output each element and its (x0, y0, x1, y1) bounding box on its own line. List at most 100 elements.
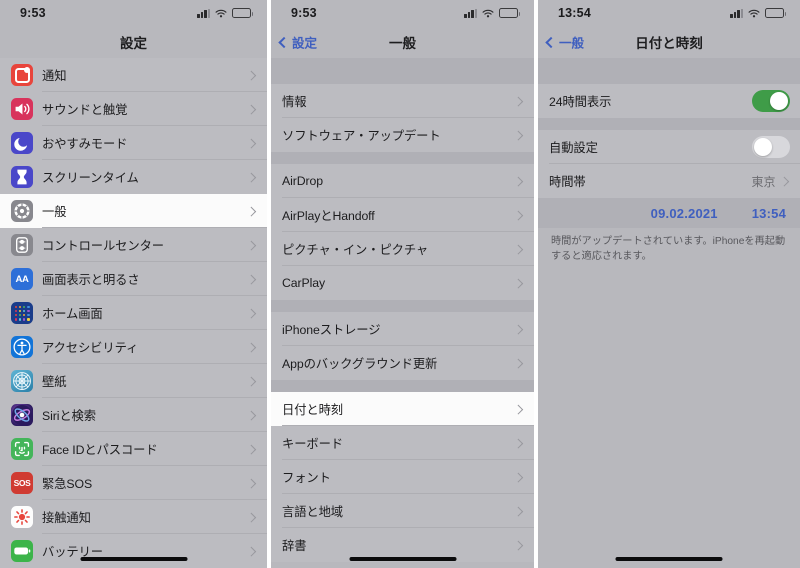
list-item[interactable]: アクセシビリティ (0, 330, 267, 364)
chevron-right-icon (246, 206, 256, 216)
chevron-left-icon (278, 36, 290, 48)
home-indicator[interactable] (80, 556, 187, 561)
page-title: 日付と時刻 (635, 36, 703, 51)
chevron-right-icon (513, 244, 523, 254)
list-group: 日付と時刻 キーボード フォント 言語と地域 辞書 (271, 392, 534, 562)
chevron-right-icon (246, 70, 256, 80)
list-item[interactable]: キーボード (271, 426, 534, 460)
list-item[interactable]: SOS 緊急SOS (0, 466, 267, 500)
list-item[interactable]: iPhoneストレージ (271, 312, 534, 346)
chevron-right-icon (513, 438, 523, 448)
list-item[interactable]: AirDrop (271, 164, 534, 198)
list-item-label: AirPlayとHandoff (282, 209, 375, 223)
wifi-icon (482, 9, 494, 18)
list-filler (271, 562, 534, 568)
cellular-signal-icon (464, 8, 477, 18)
list-item-label: AirDrop (282, 174, 323, 188)
chevron-right-icon (246, 512, 256, 522)
list-item[interactable]: 時間帯 東京 (538, 164, 800, 198)
list-item[interactable]: ソフトウェア・アップデート (271, 118, 534, 152)
list-item[interactable]: フォント (271, 460, 534, 494)
status-bar-time: 13:54 (558, 6, 591, 20)
chevron-right-icon (246, 342, 256, 352)
group-spacer (271, 300, 534, 312)
list-item[interactable]: 24時間表示 (538, 84, 800, 118)
list-item-label: 時間帯 (549, 175, 586, 189)
list-item[interactable]: 一般 (0, 194, 267, 228)
emergency-sos-icon: SOS (11, 472, 33, 494)
list-item[interactable]: 壁紙 (0, 364, 267, 398)
list-item[interactable]: Face IDとパスコード (0, 432, 267, 466)
back-button[interactable]: 設定 (278, 33, 317, 52)
list-item[interactable]: 自動設定 (538, 130, 800, 164)
list-item[interactable]: 日付と時刻 (271, 392, 534, 426)
list-item[interactable]: CarPlay (271, 266, 534, 300)
list-item[interactable]: スクリーンタイム (0, 160, 267, 194)
page-title: 設定 (120, 36, 147, 51)
list-item-label: 通知 (42, 69, 67, 83)
chevron-right-icon (513, 130, 523, 140)
list-group: 情報 ソフトウェア・アップデート (271, 84, 534, 152)
list-item-label: 日付と時刻 (282, 403, 343, 417)
list-item-label: おやすみモード (42, 137, 128, 151)
do-not-disturb-icon (11, 132, 33, 154)
home-screen-icon (11, 302, 33, 324)
list-item[interactable]: 言語と地域 (271, 494, 534, 528)
battery-settings-icon (11, 540, 33, 562)
list-item[interactable]: Siriと検索 (0, 398, 267, 432)
group-spacer (271, 380, 534, 392)
chevron-right-icon (246, 376, 256, 386)
control-center-icon (11, 234, 33, 256)
chevron-right-icon (513, 324, 523, 334)
status-bar: 9:53 (271, 0, 534, 26)
notifications-icon (11, 64, 33, 86)
chevron-right-icon (513, 358, 523, 368)
date-value[interactable]: 09.02.2021 (651, 206, 718, 221)
list-item-label: ホーム画面 (42, 307, 103, 321)
list-item[interactable]: ピクチャ・イン・ピクチャ (271, 232, 534, 266)
chevron-right-icon (246, 172, 256, 182)
list-item[interactable]: おやすみモード (0, 126, 267, 160)
list-item[interactable]: 情報 (271, 84, 534, 118)
list-item[interactable]: 接触通知 (0, 500, 267, 534)
list-item-label: コントロールセンター (42, 239, 164, 253)
chevron-right-icon (246, 104, 256, 114)
nav-bar: 一般 日付と時刻 (538, 26, 800, 58)
list-item-label: サウンドと触覚 (42, 103, 128, 117)
status-bar: 13:54 (538, 0, 800, 26)
list-item-label: iPhoneストレージ (282, 323, 381, 337)
list-item[interactable]: サウンドと触覚 (0, 92, 267, 126)
date-time-picker-row[interactable]: 09.02.2021 13:54 (538, 198, 800, 228)
list-filler (538, 264, 800, 568)
chevron-right-icon (246, 546, 256, 556)
list-item-label: Siriと検索 (42, 409, 96, 423)
toggle-switch[interactable] (752, 136, 790, 158)
list-item[interactable]: 通知 (0, 58, 267, 92)
status-bar: 9:53 (0, 0, 267, 26)
list-item-label: ピクチャ・イン・ピクチャ (282, 243, 429, 257)
list-item[interactable]: ホーム画面 (0, 296, 267, 330)
list-item[interactable]: Appのバックグラウンド更新 (271, 346, 534, 380)
settings-list: 24時間表示 自動設定 時間帯 東京 09.02.2021 13:54 時間がアップデートさ… (538, 58, 800, 568)
list-item[interactable]: AA 画面表示と明るさ (0, 262, 267, 296)
chevron-right-icon (513, 176, 523, 186)
list-item[interactable]: AirPlayとHandoff (271, 198, 534, 232)
toggle-switch[interactable] (752, 90, 790, 112)
footnote-text: 時間がアップデートされています。iPhoneを再起動すると適応されます。 (538, 228, 800, 265)
list-item[interactable]: バッテリー (0, 534, 267, 568)
home-indicator[interactable] (615, 556, 723, 561)
chevron-right-icon (513, 210, 523, 220)
face-id-icon (11, 438, 33, 460)
status-bar-time: 9:53 (20, 6, 46, 20)
home-indicator[interactable] (349, 556, 456, 561)
list-item-label: フォント (282, 471, 331, 485)
list-item[interactable]: コントロールセンター (0, 228, 267, 262)
list-group: 一般コントロールセンター AA 画面表示と明るさホーム画面アクセシビリティ 壁紙 Sir… (0, 194, 267, 568)
back-button[interactable]: 一般 (545, 33, 584, 52)
time-value[interactable]: 13:54 (752, 206, 786, 221)
group-spacer (271, 152, 534, 164)
screen-time-icon (11, 166, 33, 188)
chevron-right-icon (513, 472, 523, 482)
status-bar-time: 9:53 (291, 6, 317, 20)
group-spacer (271, 58, 534, 84)
